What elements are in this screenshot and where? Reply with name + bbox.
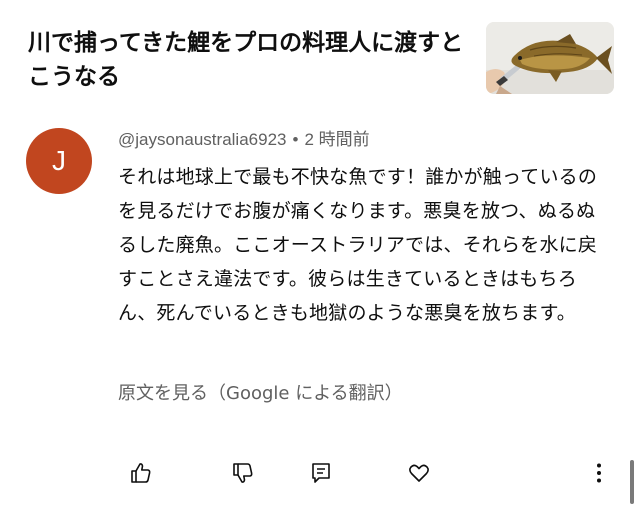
comment-timestamp[interactable]: 2 時間前 [304, 130, 369, 149]
more-options-button[interactable] [584, 458, 614, 488]
avatar[interactable]: J [26, 128, 92, 194]
like-button[interactable] [126, 458, 156, 488]
dislike-button[interactable] [228, 458, 258, 488]
heart-icon [409, 464, 429, 482]
comment-author[interactable]: @jaysonaustralia6923 [118, 130, 286, 149]
comment-meta: @jaysonaustralia6923 • 2 時間前 [118, 128, 370, 152]
carp-fish-thumbnail [486, 22, 614, 94]
video-title[interactable]: 川で捕ってきた鯉をプロの料理人に渡すとこうなる [28, 26, 473, 94]
reply-button[interactable] [306, 458, 336, 488]
comment-text: それは地球上で最も不快な魚です！誰かが触っているのを見るだけでお腹が痛くなります… [118, 166, 598, 324]
more-vertical-icon [597, 463, 601, 483]
comment-action-bar [0, 448, 640, 500]
comment-reply-icon [312, 463, 330, 483]
thumbs-up-icon [131, 463, 151, 483]
meta-separator: • [292, 130, 299, 149]
video-header[interactable]: 川で捕ってきた鯉をプロの料理人に渡すとこうなる [0, 0, 640, 108]
heart-button[interactable] [404, 458, 434, 488]
thumbs-down-icon [233, 463, 253, 483]
see-original-link[interactable]: 原文を見る（Google による翻訳） [118, 379, 403, 409]
avatar-initial: J [52, 145, 66, 176]
scrollbar[interactable] [630, 460, 634, 504]
video-thumbnail[interactable] [486, 22, 614, 94]
